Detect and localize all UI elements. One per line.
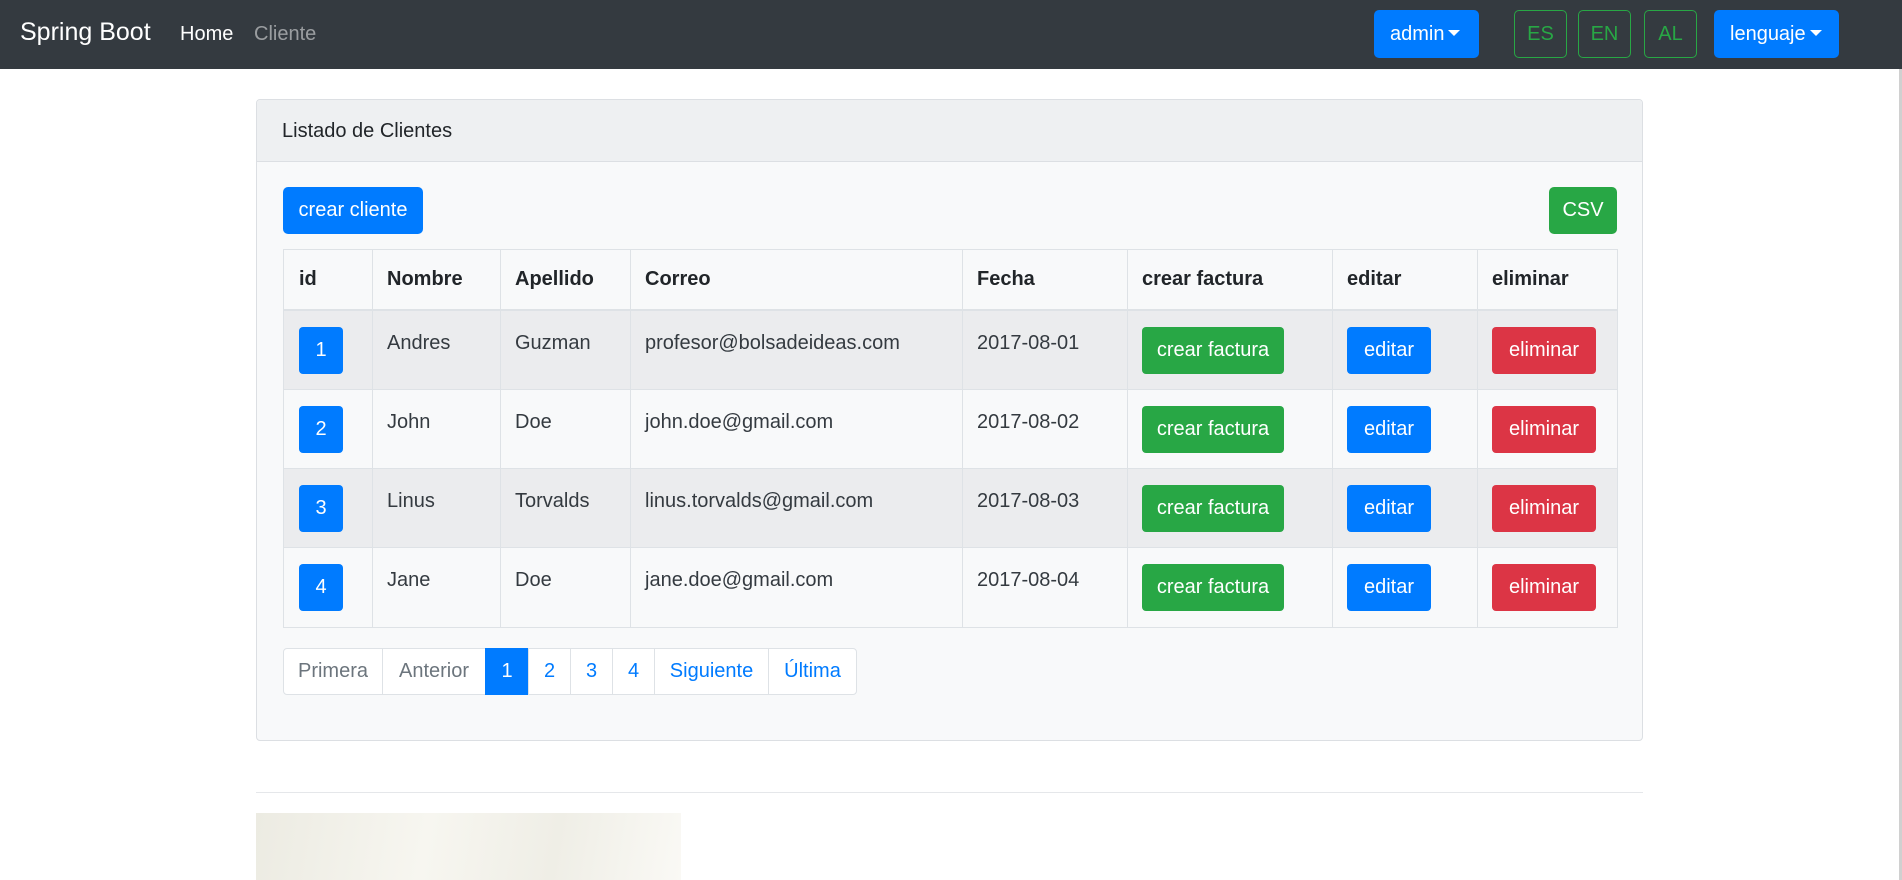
cell-nombre: Andres <box>387 332 451 354</box>
cell-apellido: Doe <box>515 411 552 433</box>
table-header: id Nombre Apellido Correo Fecha crear fa… <box>284 250 1617 311</box>
client-id-button[interactable]: 2 <box>299 406 343 453</box>
column-divider <box>500 250 501 627</box>
nav-link-cliente[interactable]: Cliente <box>254 23 316 46</box>
language-en-button[interactable]: EN <box>1578 10 1631 58</box>
create-invoice-button[interactable]: crear factura <box>1142 485 1284 532</box>
clients-table: id Nombre Apellido Correo Fecha crear fa… <box>283 249 1618 628</box>
language-al-button[interactable]: AL <box>1644 10 1697 58</box>
client-id-button[interactable]: 3 <box>299 485 343 532</box>
footer-image <box>256 813 681 880</box>
cell-correo: profesor@bolsadeideas.com <box>645 332 900 354</box>
header-eliminar: eliminar <box>1492 268 1569 290</box>
header-crear-factura: crear factura <box>1142 268 1264 290</box>
client-id-button[interactable]: 4 <box>299 564 343 611</box>
column-divider <box>962 250 963 627</box>
user-menu-dropdown[interactable]: admin <box>1374 10 1479 58</box>
header-apellido: Apellido <box>515 268 594 290</box>
cell-correo: john.doe@gmail.com <box>645 411 834 433</box>
cell-correo: jane.doe@gmail.com <box>645 569 834 591</box>
cell-apellido: Doe <box>515 569 552 591</box>
create-invoice-button[interactable]: crear factura <box>1142 564 1284 611</box>
clients-card: Listado de Clientes crear cliente CSV id… <box>256 99 1643 741</box>
header-fecha: Fecha <box>977 268 1035 290</box>
delete-button[interactable]: eliminar <box>1492 485 1596 532</box>
edit-button[interactable]: editar <box>1347 564 1431 611</box>
cell-fecha: 2017-08-03 <box>977 490 1080 512</box>
cell-fecha: 2017-08-04 <box>977 569 1080 591</box>
language-menu-dropdown[interactable]: lenguaje <box>1714 10 1839 58</box>
header-nombre: Nombre <box>387 268 463 290</box>
pagination-page-2[interactable]: 2 <box>528 648 571 695</box>
nav-link-home[interactable]: Home <box>180 23 233 46</box>
create-invoice-button[interactable]: crear factura <box>1142 406 1284 453</box>
cell-apellido: Torvalds <box>515 490 590 512</box>
cell-apellido: Guzman <box>515 332 591 354</box>
column-divider <box>1332 250 1333 627</box>
delete-button[interactable]: eliminar <box>1492 406 1596 453</box>
column-divider <box>630 250 631 627</box>
footer-divider <box>256 792 1643 793</box>
table-row: 1 Andres Guzman profesor@bolsadeideas.co… <box>284 311 1617 390</box>
cell-correo: linus.torvalds@gmail.com <box>645 490 874 512</box>
header-id: id <box>299 268 317 290</box>
edit-button[interactable]: editar <box>1347 327 1431 374</box>
create-client-button[interactable]: crear cliente <box>283 187 423 234</box>
caret-down-icon <box>1448 30 1461 36</box>
top-navbar: Spring Boot Home Cliente admin ES EN AL … <box>0 0 1902 69</box>
cell-fecha: 2017-08-02 <box>977 411 1080 433</box>
cell-nombre: Linus <box>387 490 435 512</box>
column-divider <box>1477 250 1478 627</box>
table-row: 4 Jane Doe jane.doe@gmail.com 2017-08-04… <box>284 548 1617 627</box>
pagination-previous[interactable]: Anterior <box>382 648 486 695</box>
pagination-page-3[interactable]: 3 <box>570 648 613 695</box>
delete-button[interactable]: eliminar <box>1492 327 1596 374</box>
user-menu-label: admin <box>1390 23 1445 45</box>
cell-fecha: 2017-08-01 <box>977 332 1080 354</box>
cell-nombre: Jane <box>387 569 431 591</box>
column-divider <box>1127 250 1128 627</box>
table-row: 3 Linus Torvalds linus.torvalds@gmail.co… <box>284 469 1617 548</box>
caret-down-icon <box>1809 30 1822 36</box>
edit-button[interactable]: editar <box>1347 406 1431 453</box>
header-editar: editar <box>1347 268 1402 290</box>
language-es-button[interactable]: ES <box>1514 10 1567 58</box>
navbar-brand[interactable]: Spring Boot <box>20 18 151 47</box>
delete-button[interactable]: eliminar <box>1492 564 1596 611</box>
edit-button[interactable]: editar <box>1347 485 1431 532</box>
pagination-page-4[interactable]: 4 <box>612 648 655 695</box>
create-invoice-button[interactable]: crear factura <box>1142 327 1284 374</box>
cell-nombre: John <box>387 411 431 433</box>
column-divider <box>372 250 373 627</box>
pagination-first[interactable]: Primera <box>283 648 383 695</box>
table-row: 2 John Doe john.doe@gmail.com 2017-08-02… <box>284 390 1617 469</box>
card-header: Listado de Clientes <box>257 100 1642 162</box>
pagination-last[interactable]: Última <box>768 648 857 695</box>
pagination-next[interactable]: Siguiente <box>654 648 769 695</box>
csv-export-button[interactable]: CSV <box>1549 187 1617 234</box>
pagination-page-1[interactable]: 1 <box>485 648 529 695</box>
header-correo: Correo <box>645 268 711 290</box>
language-menu-label: lenguaje <box>1730 23 1806 45</box>
client-id-button[interactable]: 1 <box>299 327 343 374</box>
card-title: Listado de Clientes <box>282 120 453 142</box>
